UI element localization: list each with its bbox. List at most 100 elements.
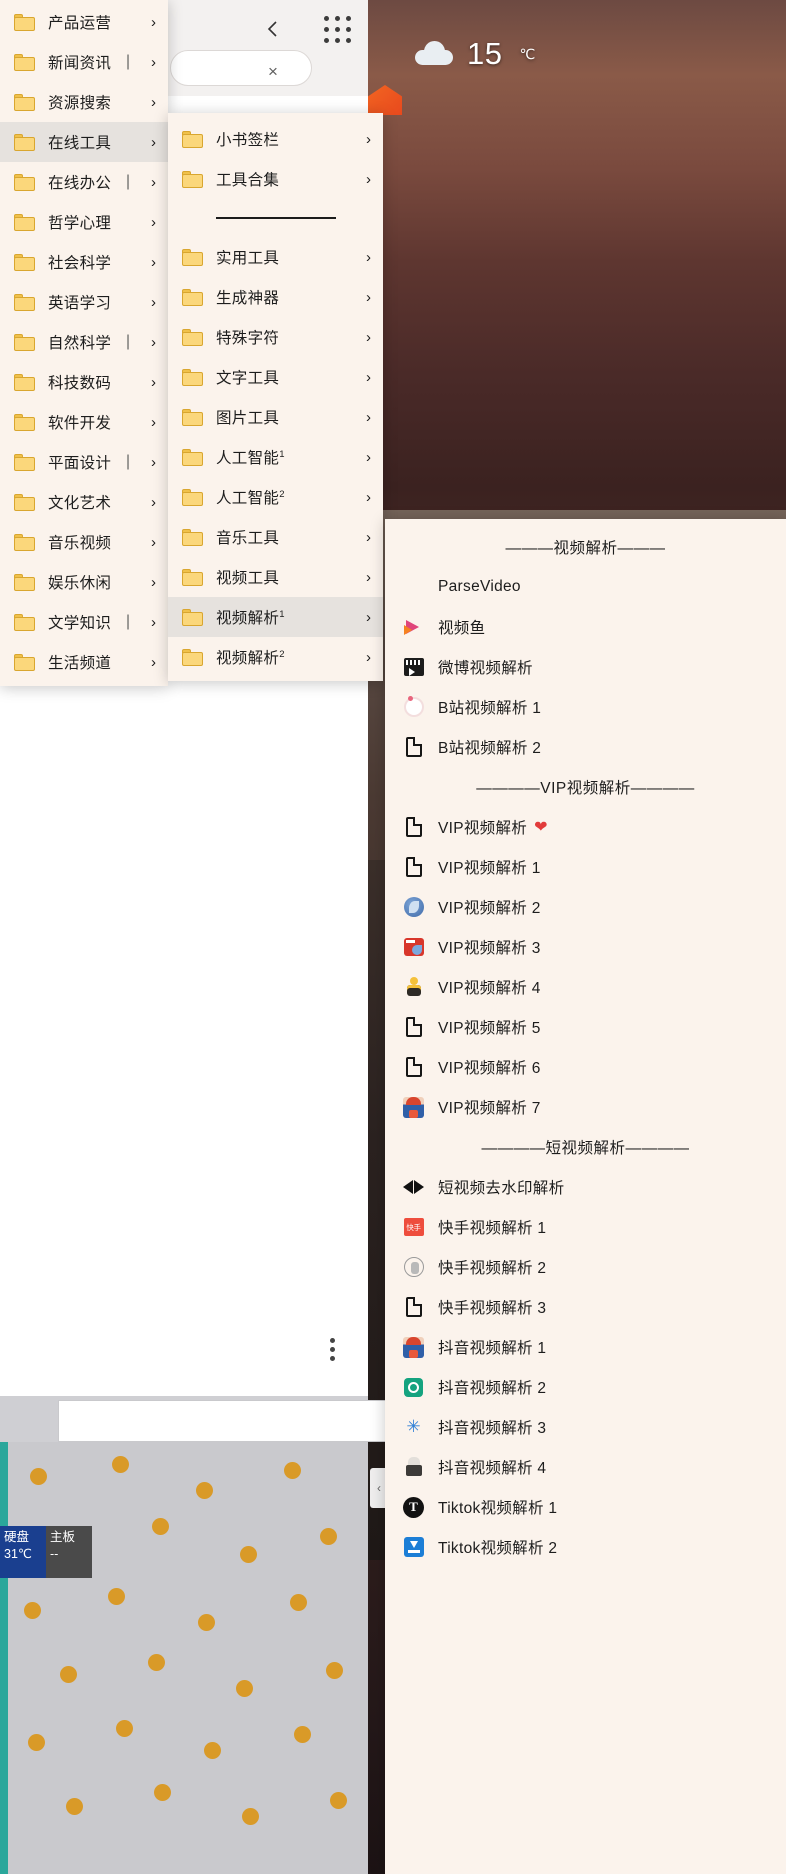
folder-icon bbox=[14, 653, 35, 671]
menu3-item-7[interactable]: VIP视频解析 ❤ bbox=[385, 807, 786, 847]
chevron-right-icon: › bbox=[366, 408, 371, 426]
chevron-right-icon: › bbox=[366, 248, 371, 266]
tiktok-black-icon: T bbox=[403, 1496, 424, 1518]
menu3-item-13[interactable]: VIP视频解析 6 bbox=[385, 1047, 786, 1087]
menu3-item-4[interactable]: B站视频解析 1 bbox=[385, 687, 786, 727]
menu2-item-label: 图片工具 bbox=[216, 406, 357, 428]
menu2-item-superscript: 1 bbox=[279, 448, 285, 460]
menu2-item-9[interactable]: 人工智能2 › bbox=[168, 477, 383, 517]
menu3-section-header: ————VIP视频解析———— bbox=[476, 780, 695, 797]
menu1-item-0[interactable]: 产品运营 › bbox=[0, 2, 168, 42]
menu1-item-5[interactable]: 哲学心理 › bbox=[0, 202, 168, 242]
menu2-item-0[interactable]: 小书签栏 › bbox=[168, 119, 383, 159]
menu2-item-13[interactable]: 视频解析2 › bbox=[168, 637, 383, 677]
hardware-monitor-widget[interactable]: 硬盘 31℃ 主板 -- bbox=[0, 1526, 92, 1578]
menu3-item-19[interactable]: 快手视频解析 3 bbox=[385, 1287, 786, 1327]
weather-widget[interactable]: 15 ℃ bbox=[415, 36, 535, 72]
menu2-item-text: 文字工具 bbox=[216, 370, 280, 387]
cloud-icon bbox=[415, 41, 453, 67]
menu3-item-11[interactable]: VIP视频解析 4 bbox=[385, 967, 786, 1007]
menu1-item-13[interactable]: 音乐视频 › bbox=[0, 522, 168, 562]
menu2-item-3[interactable]: 实用工具 › bbox=[168, 237, 383, 277]
menu1-item-2[interactable]: 资源搜索 › bbox=[0, 82, 168, 122]
menu2-item-7[interactable]: 图片工具 › bbox=[168, 397, 383, 437]
menu3-item-24[interactable]: T Tiktok视频解析 1 bbox=[385, 1487, 786, 1527]
app-grid-icon[interactable] bbox=[322, 14, 352, 44]
document-icon bbox=[403, 1297, 424, 1318]
menu3-item-22[interactable]: ✳ 抖音视频解析 3 bbox=[385, 1407, 786, 1447]
folder-icon bbox=[14, 253, 35, 271]
menu1-item-8[interactable]: 自然科学 | › bbox=[0, 322, 168, 362]
red-tool-icon bbox=[403, 937, 424, 958]
menu3-item-16[interactable]: 短视频去水印解析 bbox=[385, 1167, 786, 1207]
menu2-item-6[interactable]: 文字工具 › bbox=[168, 357, 383, 397]
menu2-item-5[interactable]: 特殊字符 › bbox=[168, 317, 383, 357]
close-icon[interactable]: × bbox=[268, 62, 278, 82]
more-options-icon[interactable] bbox=[330, 1338, 335, 1361]
yellow-figure-icon bbox=[403, 977, 424, 998]
menu1-item-12[interactable]: 文化艺术 › bbox=[0, 482, 168, 522]
menu3-item-20[interactable]: 抖音视频解析 1 bbox=[385, 1327, 786, 1367]
menu1-item-15[interactable]: 文学知识 | › bbox=[0, 602, 168, 642]
chevron-right-icon: › bbox=[151, 453, 156, 471]
menu1-item-7[interactable]: 英语学习 › bbox=[0, 282, 168, 322]
menu3-item-9[interactable]: VIP视频解析 2 bbox=[385, 887, 786, 927]
chevron-right-icon: › bbox=[151, 293, 156, 311]
menu3-item-10[interactable]: VIP视频解析 3 bbox=[385, 927, 786, 967]
folder-icon bbox=[14, 293, 35, 311]
menu3-item-14[interactable]: VIP视频解析 7 bbox=[385, 1087, 786, 1127]
menu3-item-3[interactable]: 微博视频解析 bbox=[385, 647, 786, 687]
menu3-item-17[interactable]: 快手 快手视频解析 1 bbox=[385, 1207, 786, 1247]
menu3-item-label: VIP视频解析 5 bbox=[438, 1020, 541, 1037]
menu1-item-10[interactable]: 软件开发 › bbox=[0, 402, 168, 442]
menu3-item-5[interactable]: B站视频解析 2 bbox=[385, 727, 786, 767]
menu1-item-16[interactable]: 生活频道 › bbox=[0, 642, 168, 682]
menu2-item-11[interactable]: 视频工具 › bbox=[168, 557, 383, 597]
menu1-item-4[interactable]: 在线办公 | › bbox=[0, 162, 168, 202]
menu1-item-label: 软件开发 bbox=[48, 415, 112, 432]
folder-icon bbox=[14, 333, 35, 351]
menu2-item-1[interactable]: 工具合集 › bbox=[168, 159, 383, 199]
menu1-item-6[interactable]: 社会科学 › bbox=[0, 242, 168, 282]
menu3-item-2[interactable]: 视频鱼 bbox=[385, 607, 786, 647]
kuaishou-icon: 快手 bbox=[403, 1217, 424, 1238]
menu3-item-12[interactable]: VIP视频解析 5 bbox=[385, 1007, 786, 1047]
chevron-right-icon: › bbox=[366, 368, 371, 386]
menu1-item-14[interactable]: 娱乐休闲 › bbox=[0, 562, 168, 602]
menu3-item-1[interactable]: ParseVideo bbox=[385, 567, 786, 607]
menu1-item-11[interactable]: 平面设计 | › bbox=[0, 442, 168, 482]
folder-icon bbox=[182, 170, 203, 188]
chevron-right-icon: › bbox=[366, 608, 371, 626]
menu1-item-1[interactable]: 新闻资讯 | › bbox=[0, 42, 168, 82]
gray-circle-icon bbox=[403, 1257, 424, 1278]
menu2-item-8[interactable]: 人工智能1 › bbox=[168, 437, 383, 477]
menu2-item-4[interactable]: 生成神器 › bbox=[168, 277, 383, 317]
menu3-item-23[interactable]: 抖音视频解析 4 bbox=[385, 1447, 786, 1487]
menu3-item-21[interactable]: 抖音视频解析 2 bbox=[385, 1367, 786, 1407]
menu1-item-label: 科技数码 bbox=[48, 375, 112, 392]
menu2-item-12[interactable]: 视频解析1 › bbox=[168, 597, 383, 637]
weather-temperature: 15 bbox=[467, 36, 503, 71]
hw-disk-label: 硬盘 bbox=[4, 1530, 30, 1544]
shipinyu-icon bbox=[403, 617, 424, 638]
menu3-item-8[interactable]: VIP视频解析 1 bbox=[385, 847, 786, 887]
menu3-item-18[interactable]: 快手视频解析 2 bbox=[385, 1247, 786, 1287]
menu3-item-25[interactable]: Tiktok视频解析 2 bbox=[385, 1527, 786, 1567]
document-icon bbox=[403, 737, 424, 758]
menu3-item-label: 快手视频解析 1 bbox=[438, 1220, 547, 1237]
chevron-right-icon: › bbox=[151, 93, 156, 111]
address-bar[interactable] bbox=[170, 50, 312, 86]
menu1-item-label: 娱乐休闲 bbox=[48, 575, 112, 592]
menu1-item-label: 哲学心理 bbox=[48, 215, 112, 232]
teal-accent-strip bbox=[0, 1442, 8, 1874]
back-chevron-icon[interactable] bbox=[264, 20, 282, 38]
folder-icon bbox=[182, 648, 203, 666]
weibo-clapperboard-icon bbox=[403, 657, 424, 678]
menu1-item-label: 平面设计 bbox=[48, 455, 112, 472]
folder-icon bbox=[182, 408, 203, 426]
weather-unit: ℃ bbox=[519, 45, 536, 62]
menu1-item-3[interactable]: 在线工具 › bbox=[0, 122, 168, 162]
document-icon bbox=[403, 817, 424, 838]
menu1-item-9[interactable]: 科技数码 › bbox=[0, 362, 168, 402]
menu2-item-10[interactable]: 音乐工具 › bbox=[168, 517, 383, 557]
